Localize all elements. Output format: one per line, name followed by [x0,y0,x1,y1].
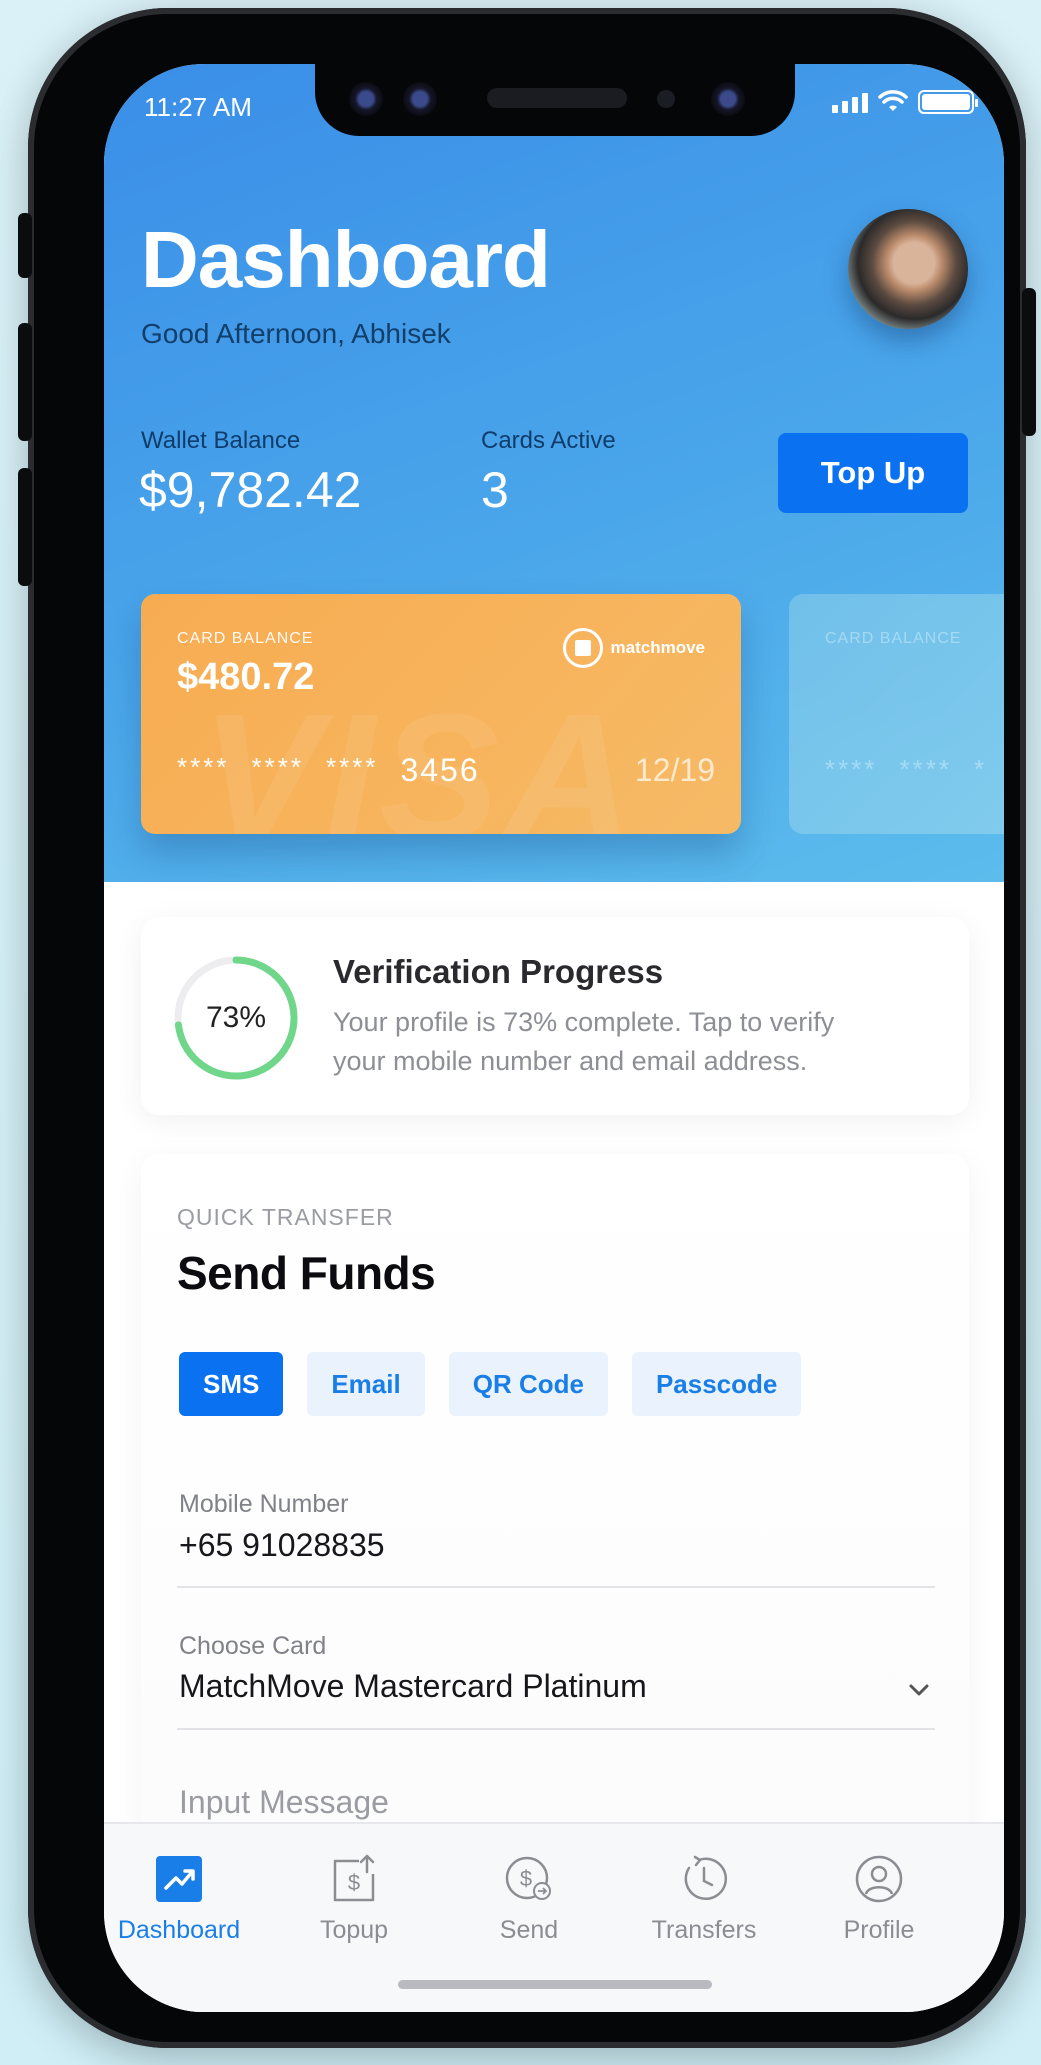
card-number-group: **** [899,754,952,784]
mute-switch [18,213,32,278]
speaker-grille [487,88,627,108]
home-indicator[interactable] [398,1980,712,1989]
svg-text:$: $ [520,1866,532,1891]
card-number-group: **** [325,752,379,782]
tab-send[interactable]: $ Send [454,1854,604,1945]
card-balance-label: CARD BALANCE [825,630,962,647]
tab-topup[interactable]: $ Topup [279,1854,429,1945]
signal-icon [832,91,868,113]
notch [315,64,795,136]
card-number: **** **** **** 3456 [177,752,480,789]
proximity-sensor [657,90,675,108]
progress-percent: 73% [205,1001,267,1034]
phone-frame: 11:27 AM Dashboard Good Afternoon, Abhis… [18,8,1036,2048]
message-input[interactable]: Input Message [179,1784,389,1821]
camera-icon [349,82,383,116]
card-visa[interactable]: VISA CARD BALANCE $480.72 matchmove ****… [141,594,741,834]
history-icon [684,1855,728,1901]
matchmove-logo: matchmove [562,628,705,668]
divider [177,1586,935,1588]
avatar[interactable] [848,209,968,329]
status-icons [832,90,978,114]
card-expiry: 12/19 [634,752,715,788]
mobile-number-label: Mobile Number [179,1490,349,1518]
quick-transfer-label: QUICK TRANSFER [177,1204,394,1230]
wifi-icon [878,90,908,111]
card-balance-label: CARD BALANCE [177,630,314,647]
svg-text:$: $ [348,1870,360,1895]
tab-label: Send [499,1916,559,1944]
send-money-icon: $ [505,1856,551,1900]
front-camera-icon [711,82,745,116]
dashboard-header: 11:27 AM Dashboard Good Afternoon, Abhis… [104,64,1004,882]
divider [177,1728,935,1730]
mobile-number-input[interactable]: +65 91028835 [179,1527,385,1564]
card-last4: 3456 [400,752,480,788]
volume-down-button [18,468,32,586]
battery-icon [918,90,978,114]
page-title: Dashboard [141,215,551,304]
tab-label: Profile [843,1916,915,1944]
top-up-button[interactable]: Top Up [778,433,968,513]
trend-up-icon [156,1856,202,1902]
transfer-method-tabs: SMS Email QR Code Passcode [179,1352,802,1416]
greeting-text: Good Afternoon, Abhisek [141,318,451,349]
verification-description: Your profile is 73% complete. Tap to ver… [333,1007,835,1076]
matchmove-logo-icon [562,628,603,668]
card-secondary[interactable]: CARD BALANCE **** **** * [789,594,1004,834]
tab-dashboard[interactable]: Dashboard [104,1854,254,1945]
status-time: 11:27 AM [144,92,252,122]
send-funds-title: Send Funds [177,1247,436,1299]
tab-label: Dashboard [117,1916,241,1944]
choose-card-select[interactable]: MatchMove Mastercard Platinum [179,1668,647,1705]
card-number-group: **** [251,752,304,782]
topup-icon: $ [333,1854,375,1902]
card-number-group: **** [177,752,230,782]
user-icon [855,1855,903,1903]
card-balance-value: $480.72 [177,656,315,698]
tab-profile[interactable]: Profile [804,1854,954,1945]
tab-email[interactable]: Email [307,1352,425,1416]
tab-passcode[interactable]: Passcode [631,1352,802,1416]
power-button [1022,288,1036,436]
screen: 11:27 AM Dashboard Good Afternoon, Abhis… [104,64,1004,2012]
tab-qr-code[interactable]: QR Code [448,1352,608,1416]
card-number-group: * [973,754,988,784]
volume-up-button [18,323,32,441]
choose-card-label: Choose Card [179,1632,327,1660]
sensor-icon [403,82,437,116]
wallet-balance-value: $9,782.42 [139,462,362,518]
verification-title: Verification Progress [333,953,664,990]
wallet-balance-label: Wallet Balance [141,427,301,454]
cards-active-label: Cards Active [481,427,616,454]
tab-label: Topup [319,1916,389,1944]
tab-label: Transfers [651,1916,757,1944]
cards-active-value: 3 [481,462,509,518]
tab-transfers[interactable]: Transfers [629,1854,779,1945]
chevron-down-icon[interactable] [905,1676,933,1704]
card-number: **** **** * [825,754,987,785]
card-number-group: **** [825,754,878,784]
verification-card[interactable]: 73% Verification Progress Your profile i… [141,917,969,1115]
brand-name: matchmove [610,638,705,657]
tab-sms[interactable]: SMS [179,1352,284,1416]
